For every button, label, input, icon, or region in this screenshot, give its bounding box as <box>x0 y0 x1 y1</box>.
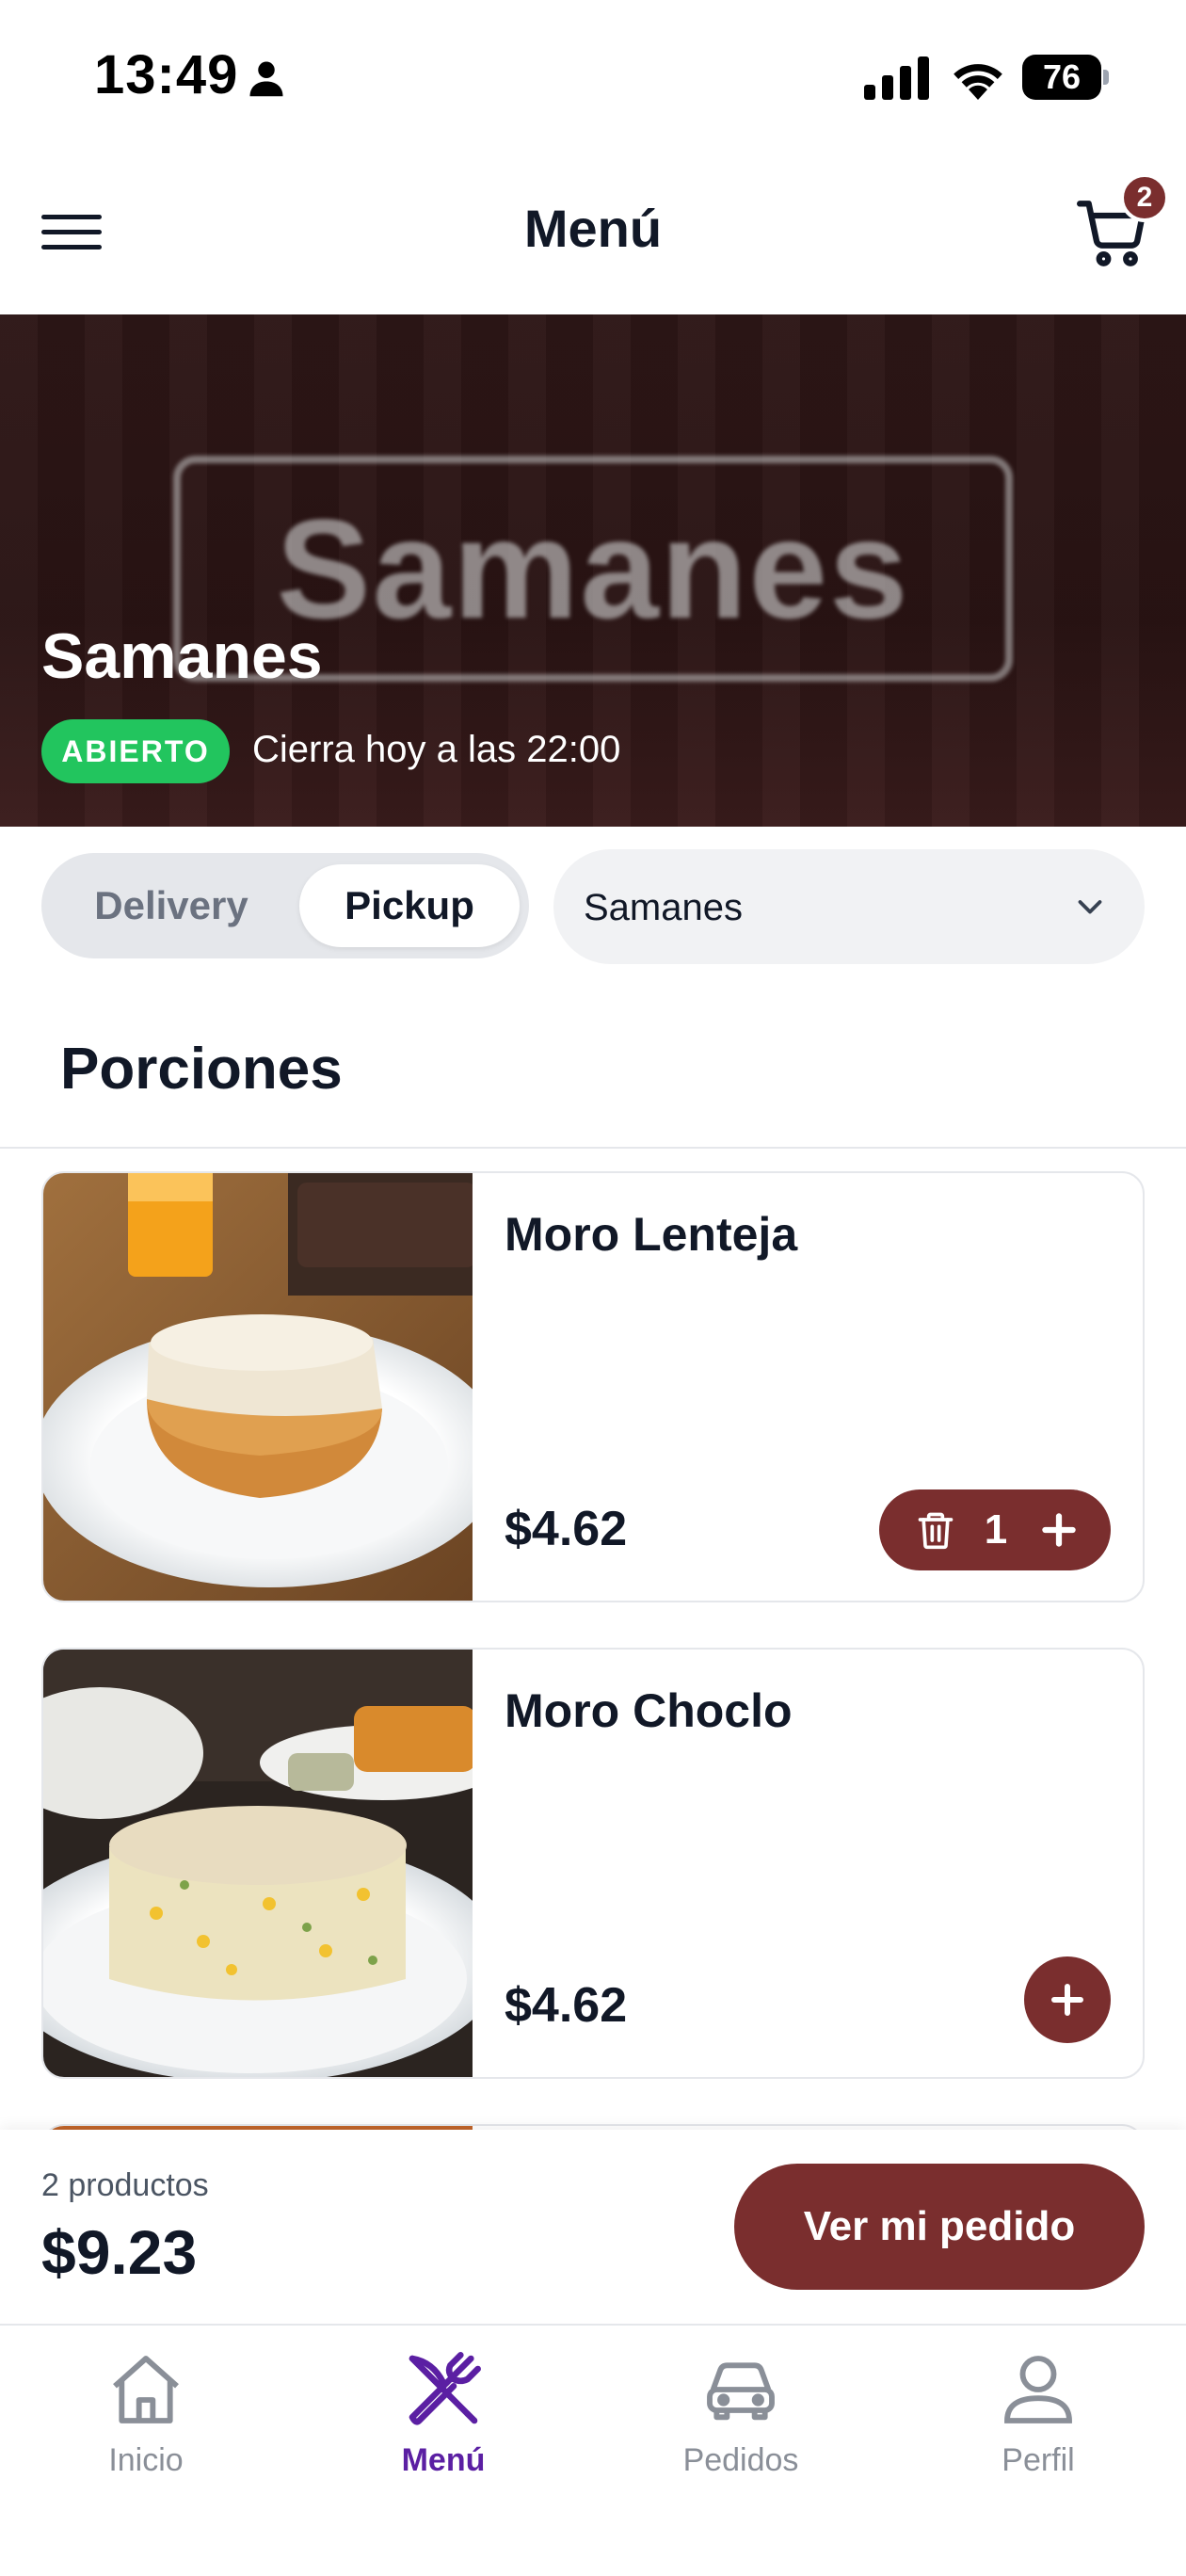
divider <box>0 1147 1186 1149</box>
bottom-nav: Inicio Menú Pedidos Perfil <box>0 2324 1186 2576</box>
nav-label: Inicio <box>108 2442 184 2478</box>
battery-icon: 76 <box>1022 55 1109 100</box>
trash-icon[interactable] <box>915 1508 956 1552</box>
delivery-tab[interactable]: Delivery <box>41 853 301 958</box>
nav-item-menu[interactable]: Menú <box>340 2343 547 2484</box>
product-card[interactable]: Moro Lenteja $4.62 1 <box>41 1171 1145 1602</box>
app-header: Menú 2 <box>0 151 1186 314</box>
plus-icon <box>1051 1984 1083 2016</box>
nav-label: Menú <box>401 2442 486 2478</box>
nav-item-pedidos[interactable]: Pedidos <box>637 2343 844 2484</box>
signal-icon <box>864 56 929 100</box>
product-image <box>43 1650 473 2077</box>
product-name: Moro Lenteja <box>505 1208 798 1261</box>
product-card[interactable]: Moro Choclo $4.62 <box>41 1648 1145 2079</box>
chevron-down-icon <box>1078 900 1102 914</box>
wifi-icon <box>954 64 1002 100</box>
page-title: Menú <box>523 199 663 258</box>
home-icon <box>113 2356 179 2423</box>
order-product-count: 2 productos <box>41 2167 209 2203</box>
branch-select[interactable]: Samanes <box>553 849 1145 964</box>
cart-count-badge: 2 <box>1120 173 1169 222</box>
order-total: $9.23 <box>41 2217 198 2287</box>
nav-item-perfil[interactable]: Perfil <box>935 2343 1142 2484</box>
nav-item-inicio[interactable]: Inicio <box>42 2343 249 2484</box>
store-logo-text: Samanes <box>276 489 910 648</box>
car-icon <box>707 2362 775 2421</box>
battery-level: 76 <box>1022 55 1101 100</box>
product-price: $4.62 <box>505 1978 628 2033</box>
status-bar: 13:49 76 <box>0 0 1186 151</box>
order-summary-bar: 2 productos $9.23 Ver mi pedido <box>0 2130 1186 2324</box>
open-status-badge: ABIERTO <box>41 719 230 783</box>
store-hero-banner: Samanes Samanes ABIERTO Cierra hoy a las… <box>0 314 1186 827</box>
nav-label: Pedidos <box>682 2442 799 2478</box>
pickup-tab[interactable]: Pickup <box>299 864 520 947</box>
status-time: 13:49 <box>94 44 239 105</box>
plus-icon[interactable] <box>1035 1506 1082 1554</box>
product-price: $4.62 <box>505 1502 628 1556</box>
person-icon <box>249 61 283 97</box>
closing-hours-text: Cierra hoy a las 22:00 <box>252 729 621 770</box>
nav-label: Perfil <box>1002 2442 1075 2478</box>
utensils-icon <box>409 2352 481 2425</box>
branch-select-value: Samanes <box>584 887 743 928</box>
user-icon <box>1004 2356 1072 2423</box>
view-order-button[interactable]: Ver mi pedido <box>734 2164 1145 2290</box>
product-image <box>43 1173 473 1601</box>
quantity-value: 1 <box>984 1506 1008 1553</box>
store-name: Samanes <box>41 620 323 692</box>
category-title: Porciones <box>60 1037 343 1102</box>
product-name: Moro Choclo <box>505 1684 793 1737</box>
quantity-stepper: 1 <box>879 1489 1111 1570</box>
order-mode-toggle: Delivery Pickup <box>41 853 529 958</box>
add-to-cart-button[interactable] <box>1024 1956 1111 2043</box>
